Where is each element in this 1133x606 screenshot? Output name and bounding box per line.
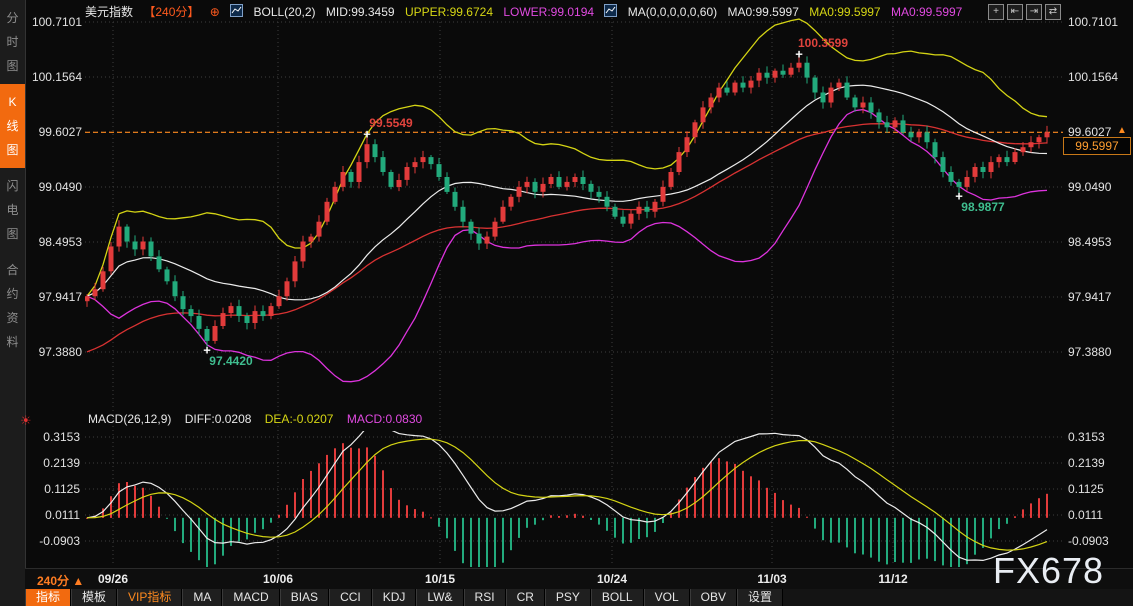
period-selector[interactable]: 240分 ▲: [37, 572, 84, 589]
macd-header: MACD(26,12,9) DIFF:0.0208 DEA:-0.0207 MA…: [88, 412, 432, 426]
scale-right-icon[interactable]: ⇥: [1026, 4, 1042, 20]
high-price-annotation: 99.5549: [369, 116, 412, 130]
macd-title: MACD(26,12,9): [88, 412, 171, 426]
price-up-arrow: ▲: [1117, 125, 1127, 136]
period-badge[interactable]: 【240分】: [143, 5, 199, 19]
boll-upper-value: UPPER:99.6724: [405, 5, 493, 19]
add-indicator-icon[interactable]: ⊕: [210, 5, 220, 19]
toolbar-button-BIAS[interactable]: BIAS: [280, 589, 329, 606]
ma2-value: MA0:99.5997: [809, 5, 880, 19]
toolbar-button-KDJ[interactable]: KDJ: [372, 589, 417, 606]
x-axis-date: 10/06: [263, 572, 293, 586]
x-axis-date: 11/03: [757, 572, 786, 586]
x-axis-row: 240分 ▲ 09/26 10/06 10/15 10/24 11/03 11/12: [25, 568, 1133, 590]
toolbar-button-PSY[interactable]: PSY: [545, 589, 591, 606]
line-chart-icon[interactable]: [604, 4, 617, 20]
chart-tool-icons: +⇤⇥⇄: [988, 4, 1061, 20]
watermark: FX678: [993, 550, 1104, 592]
toolbar-button-RSI[interactable]: RSI: [464, 589, 506, 606]
boll-lower-value: LOWER:99.0194: [503, 5, 594, 19]
sidebar-item-3[interactable]: 合约资料: [0, 252, 25, 360]
sidebar-item-2[interactable]: 闪电图: [0, 168, 25, 252]
current-price-badge: 99.5997: [1063, 137, 1131, 155]
sidebar: 分时图K线图闪电图合约资料: [0, 0, 26, 606]
toolbar-button-BOLL[interactable]: BOLL: [591, 589, 644, 606]
pan-icon[interactable]: ⇄: [1045, 4, 1061, 20]
x-axis-date: 10/15: [425, 572, 455, 586]
sidebar-item-0[interactable]: 分时图: [0, 0, 25, 84]
toolbar-button-CR[interactable]: CR: [506, 589, 545, 606]
toolbar-button-VOL[interactable]: VOL: [644, 589, 690, 606]
live-indicator-icon: ☀: [20, 413, 32, 429]
low-price-annotation: 97.4420: [209, 354, 252, 368]
boll-mid-value: MID:99.3459: [326, 5, 395, 19]
scale-left-icon[interactable]: ⇤: [1007, 4, 1023, 20]
toolbar-button-VIP指标[interactable]: VIP指标: [117, 589, 182, 606]
chart-canvas[interactable]: [0, 0, 1133, 606]
boll-label: BOLL(20,2): [253, 5, 315, 19]
toolbar-button-CCI[interactable]: CCI: [329, 589, 372, 606]
toolbar-button-LW&[interactable]: LW&: [416, 589, 463, 606]
ma3-value: MA0:99.5997: [891, 5, 962, 19]
ma-label: MA(0,0,0,0,0,60): [628, 5, 717, 19]
high-price-annotation: 100.3599: [798, 36, 848, 50]
x-axis-date: 11/12: [878, 572, 907, 586]
symbol-title: 美元指数: [85, 5, 133, 19]
bottom-toolbar: 指标模板VIP指标MAMACDBIASCCIKDJLW&RSICRPSYBOLL…: [25, 589, 1133, 606]
chart-header: 美元指数 【240分】 ⊕ BOLL(20,2) MID:99.3459 UPP…: [85, 3, 969, 19]
chart-app: 分时图K线图闪电图合约资料 美元指数 【240分】 ⊕ BOLL(20,2) M…: [0, 0, 1133, 606]
x-axis-date: 09/26: [98, 572, 128, 586]
low-price-annotation: 98.9877: [961, 200, 1004, 214]
toolbar-button-OBV[interactable]: OBV: [690, 589, 737, 606]
toolbar-button-MACD[interactable]: MACD: [222, 589, 279, 606]
macd-diff-value: DIFF:0.0208: [185, 412, 252, 426]
x-axis-date: 10/24: [597, 572, 627, 586]
macd-dea-value: DEA:-0.0207: [265, 412, 334, 426]
ma1-value: MA0:99.5997: [727, 5, 798, 19]
line-chart-icon[interactable]: [230, 4, 243, 20]
crosshair-icon[interactable]: +: [988, 4, 1004, 20]
toolbar-button-指标[interactable]: 指标: [25, 589, 71, 606]
macd-value: MACD:0.0830: [347, 412, 422, 426]
toolbar-button-模板[interactable]: 模板: [71, 589, 117, 606]
toolbar-button-设置[interactable]: 设置: [737, 589, 783, 606]
sidebar-item-1[interactable]: K线图: [0, 84, 25, 168]
toolbar-button-MA[interactable]: MA: [182, 589, 222, 606]
